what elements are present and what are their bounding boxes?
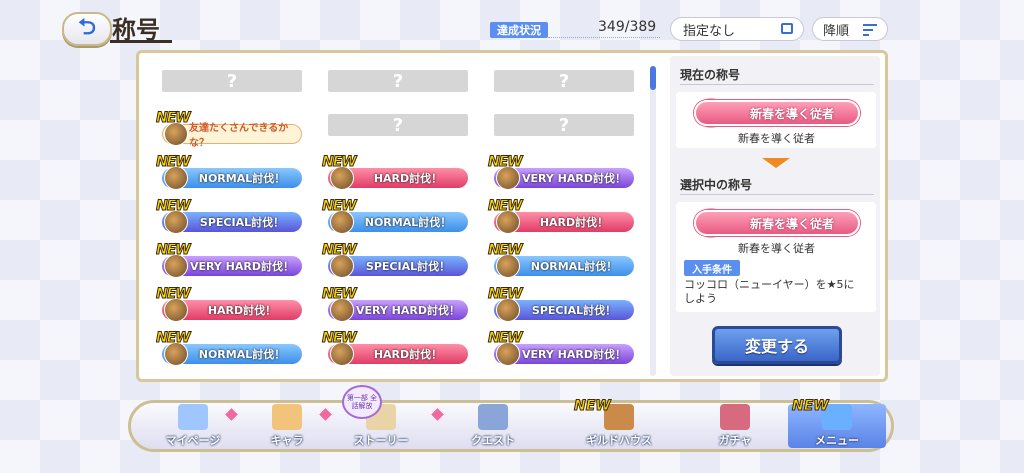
nav-label: キャラ xyxy=(270,434,304,447)
new-badge: NEW xyxy=(156,198,191,215)
sword-shield-icon xyxy=(478,404,508,430)
selected-title-name: 新春を導く従者 xyxy=(738,242,815,255)
title-cell[interactable]: VERY HARD討伐！ NEW xyxy=(156,242,306,278)
new-badge: NEW xyxy=(156,286,191,303)
story-badge: 第一部 全話解放 xyxy=(342,385,382,419)
character-icon xyxy=(272,404,302,430)
new-badge: NEW xyxy=(792,398,830,415)
back-button[interactable]: ⮌ xyxy=(62,12,112,46)
new-badge: NEW xyxy=(322,154,358,171)
sort-label: 降順 xyxy=(823,23,850,39)
back-arrow-icon: ⮌ xyxy=(78,15,96,40)
nav-label: ガチャ xyxy=(718,434,752,447)
title-cell[interactable]: SPECIAL討伐！ NEW xyxy=(156,198,306,234)
title-cell[interactable]: HARD討伐！ NEW xyxy=(322,154,472,190)
nav-label: ギルドハウス xyxy=(586,434,652,447)
new-badge: NEW xyxy=(488,198,524,215)
sort-button[interactable]: 降順 xyxy=(812,17,888,41)
divider xyxy=(680,194,874,195)
title-underline xyxy=(110,40,172,43)
title-cell[interactable]: NORMAL討伐！ NEW xyxy=(322,198,472,234)
nav-label: マイページ xyxy=(165,434,221,447)
locked-title: ? xyxy=(494,70,634,92)
nav-item[interactable]: クエスト xyxy=(444,404,542,448)
current-title-name: 新春を導く従者 xyxy=(738,132,815,145)
locked-title: ? xyxy=(162,70,302,92)
arrow-down-icon xyxy=(762,158,790,168)
change-title-button[interactable]: 変更する xyxy=(712,326,842,364)
title-cell[interactable]: SPECIAL討伐！ NEW xyxy=(322,242,472,278)
nav-label: クエスト xyxy=(471,434,515,447)
title-cell[interactable]: VERY HARD討伐！ NEW xyxy=(322,286,472,322)
title-cell[interactable]: NORMAL討伐！ NEW xyxy=(488,242,638,278)
achievement-count: 349/389 xyxy=(598,19,657,35)
new-badge: NEW xyxy=(322,286,358,303)
new-badge: NEW xyxy=(322,198,358,215)
locked-title: ? xyxy=(494,114,634,136)
filter-icon xyxy=(781,23,793,34)
locked-title: ? xyxy=(328,70,468,92)
title-cell[interactable]: ? xyxy=(488,110,638,146)
nav-item[interactable]: ガチャ xyxy=(686,404,784,448)
nav-label: メニュー xyxy=(815,434,859,447)
new-badge: NEW xyxy=(488,330,524,347)
nav-item[interactable]: メニュー NEW xyxy=(788,398,886,448)
new-badge: NEW xyxy=(488,286,524,303)
title-cell[interactable]: HARD討伐！ NEW xyxy=(488,198,638,234)
title-cell[interactable]: VERY HARD討伐！ NEW xyxy=(488,154,638,190)
title-cell[interactable]: SPECIAL討伐！ NEW xyxy=(488,286,638,322)
title-cell[interactable]: ? xyxy=(322,66,472,102)
nav-item[interactable]: ギルドハウス NEW xyxy=(570,398,668,448)
title-cell[interactable]: 友達たくさんできるかな？ NEW xyxy=(156,110,306,149)
selected-title-heading: 選択中の称号 xyxy=(680,178,753,192)
new-badge: NEW xyxy=(322,330,358,347)
title-cell[interactable]: NORMAL討伐！ NEW xyxy=(156,330,306,366)
condition-label: 入手条件 xyxy=(684,260,740,276)
new-badge: NEW xyxy=(156,330,191,347)
filter-button[interactable]: 指定なし xyxy=(670,17,804,41)
selected-title-banner: 新春を導く従者 xyxy=(694,210,860,236)
achievement-bar xyxy=(548,37,660,39)
title-cell[interactable]: NORMAL討伐！ NEW xyxy=(156,154,306,190)
current-title-heading: 現在の称号 xyxy=(680,68,741,82)
current-title-banner: 新春を導く従者 xyxy=(694,100,860,126)
new-badge: NEW xyxy=(322,242,358,259)
scrollbar-track[interactable] xyxy=(650,66,656,376)
new-badge: NEW xyxy=(488,242,524,259)
filter-label: 指定なし xyxy=(683,23,736,39)
castle-icon xyxy=(178,404,208,430)
new-badge: NEW xyxy=(156,154,191,171)
locked-title: ? xyxy=(328,114,468,136)
new-badge: NEW xyxy=(156,110,191,127)
title-cell[interactable]: ? xyxy=(322,110,472,146)
achievement-label: 達成状況 xyxy=(490,22,548,38)
gacha-icon xyxy=(720,404,750,430)
scrollbar-thumb[interactable] xyxy=(650,66,656,90)
new-badge: NEW xyxy=(488,154,524,171)
title-cell[interactable]: HARD討伐！ NEW xyxy=(322,330,472,366)
new-badge: NEW xyxy=(156,242,191,259)
title-cell[interactable]: ? xyxy=(156,66,306,102)
condition-text: コッコロ（ニューイヤー）を★5にしよう xyxy=(684,278,855,305)
new-badge: NEW xyxy=(574,398,612,415)
title-cell[interactable]: VERY HARD討伐！ NEW xyxy=(488,330,638,366)
sort-icon xyxy=(863,24,877,36)
title-cell[interactable]: ? xyxy=(488,66,638,102)
nav-label: ストーリー xyxy=(353,434,409,447)
title-cell[interactable]: HARD討伐！ NEW xyxy=(156,286,306,322)
divider xyxy=(680,84,874,85)
titles-grid: ??? 友達たくさんできるかな？ NEW?? NORMAL討伐！ NEW HARD討伐！ N… xyxy=(156,66,646,378)
